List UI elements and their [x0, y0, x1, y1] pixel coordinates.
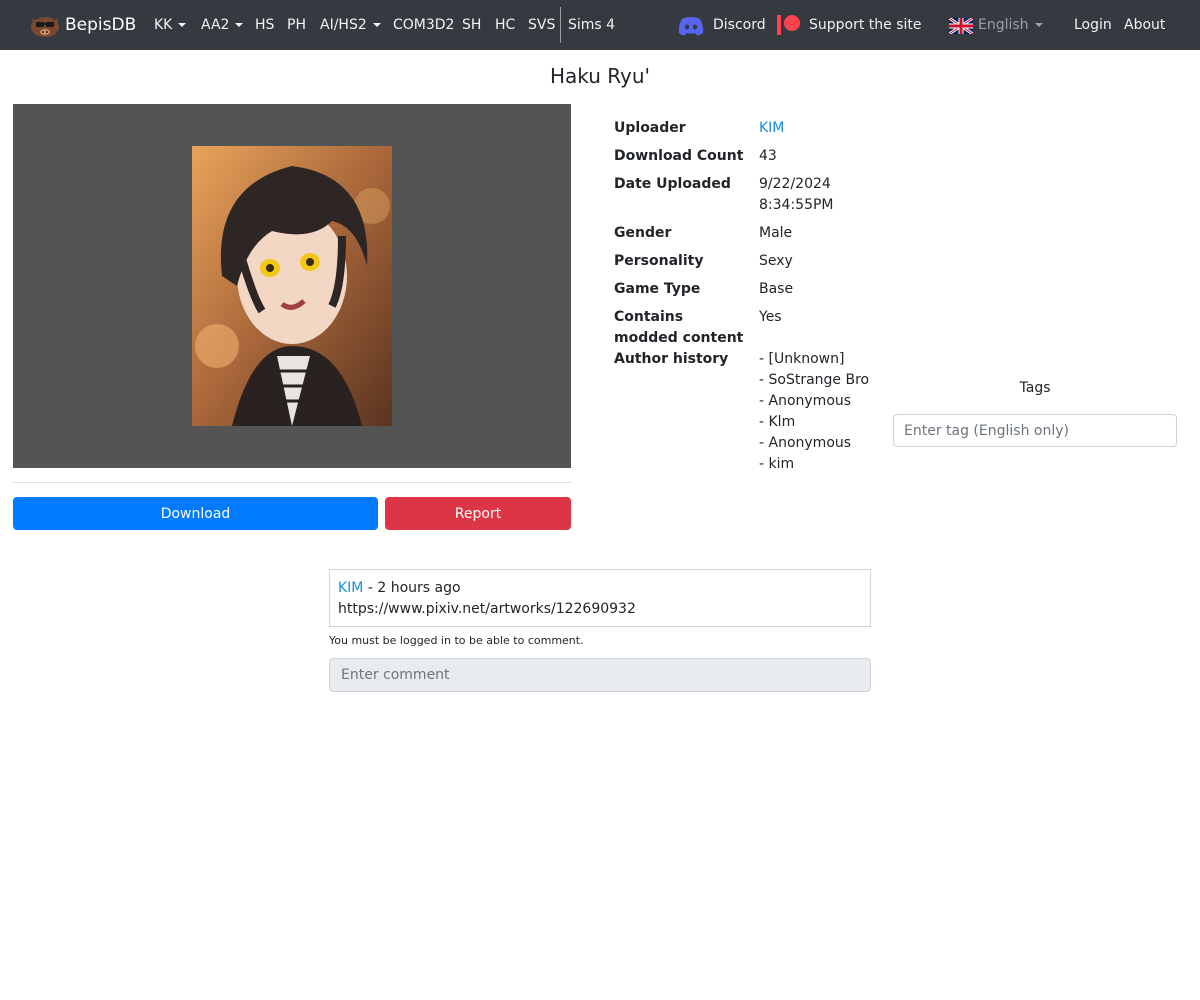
nav-divider — [560, 7, 561, 43]
nav-item-hs[interactable]: HS — [255, 0, 274, 50]
nav-item-sims4[interactable]: Sims 4 — [568, 0, 615, 50]
author-history-item: - Anonymous — [759, 393, 852, 409]
card-title: Haku Ryu' — [549, 64, 651, 88]
nav-item-svs[interactable]: SVS — [528, 0, 555, 50]
modded-content-label: Contains modded content — [614, 309, 744, 346]
comment-text: https://www.pixiv.net/artworks/122690932 — [338, 601, 636, 617]
uk-flag-icon — [949, 18, 973, 34]
report-button[interactable]: Report — [385, 497, 571, 530]
caret-down-icon — [178, 23, 187, 27]
comment-input[interactable] — [329, 658, 871, 692]
language-dropdown[interactable]: English — [978, 0, 1043, 50]
modded-content-value: Yes — [759, 309, 782, 325]
author-history-item: - Klm — [759, 414, 796, 430]
about-link[interactable]: About — [1124, 0, 1165, 50]
nav-item-sh[interactable]: SH — [462, 0, 481, 50]
date-uploaded-time: 8:34:55PM — [759, 197, 834, 213]
date-uploaded-date: 9/22/2024 — [759, 176, 831, 192]
game-type-label: Game Type — [614, 281, 701, 297]
caret-down-icon — [372, 23, 381, 27]
author-history-item: - SoStrange Bro — [759, 372, 870, 388]
bepis-logo-icon[interactable] — [29, 12, 61, 38]
uploader-link[interactable]: KIM — [759, 118, 784, 139]
nav-item-ai-hs2[interactable]: AI/HS2 — [320, 0, 381, 50]
personality-label: Personality — [614, 253, 704, 269]
game-type-value: Base — [759, 281, 794, 297]
comment-author-link[interactable]: KIM — [338, 580, 363, 596]
support-link[interactable]: Support the site — [809, 0, 922, 50]
tag-input[interactable] — [893, 414, 1177, 447]
comment-time: - 2 hours ago — [363, 580, 461, 596]
download-button[interactable]: Download — [13, 497, 378, 530]
comment-header: KIM - 2 hours ago — [338, 578, 461, 598]
nav-item-com3d2[interactable]: COM3D2 — [393, 0, 454, 50]
date-uploaded-value: 9/22/2024 8:34:55PM — [759, 174, 834, 216]
login-link[interactable]: Login — [1074, 0, 1112, 50]
caret-down-icon — [235, 23, 244, 27]
download-count-label: Download Count — [614, 148, 744, 164]
patreon-icon[interactable] — [777, 14, 801, 36]
nav-item-kk[interactable]: KK — [154, 0, 187, 50]
caret-down-icon — [1034, 23, 1043, 27]
author-history-list: - [Unknown] - SoStrange Bro - Anonymous … — [759, 349, 869, 475]
author-history-item: - kim — [759, 456, 795, 472]
author-history-item: - Anonymous — [759, 435, 852, 451]
discord-icon[interactable] — [677, 16, 705, 36]
date-uploaded-label: Date Uploaded — [614, 176, 731, 192]
discord-link[interactable]: Discord — [713, 0, 766, 50]
brand-name[interactable]: BepisDB — [65, 0, 136, 50]
top-navbar: BepisDB KK AA2 HS PH AI/HS2 COM3D2 SH HC… — [0, 0, 1200, 50]
preview-divider — [13, 482, 572, 483]
nav-item-hc[interactable]: HC — [495, 0, 515, 50]
login-required-note: You must be logged in to be able to comm… — [329, 634, 584, 647]
gender-label: Gender — [614, 225, 672, 241]
nav-item-ph[interactable]: PH — [287, 0, 306, 50]
author-history-label: Author history — [614, 351, 729, 367]
personality-value: Sexy — [759, 253, 793, 269]
tags-heading: Tags — [1019, 380, 1051, 396]
download-count-value: 43 — [759, 148, 777, 164]
card-preview — [13, 104, 571, 468]
gender-value: Male — [759, 225, 793, 241]
character-card-image[interactable] — [192, 146, 392, 426]
author-history-item: - [Unknown] — [759, 351, 845, 367]
uploader-label: Uploader — [614, 120, 686, 136]
comment-item: KIM - 2 hours ago https://www.pixiv.net/… — [329, 569, 871, 627]
nav-item-aa2[interactable]: AA2 — [201, 0, 244, 50]
